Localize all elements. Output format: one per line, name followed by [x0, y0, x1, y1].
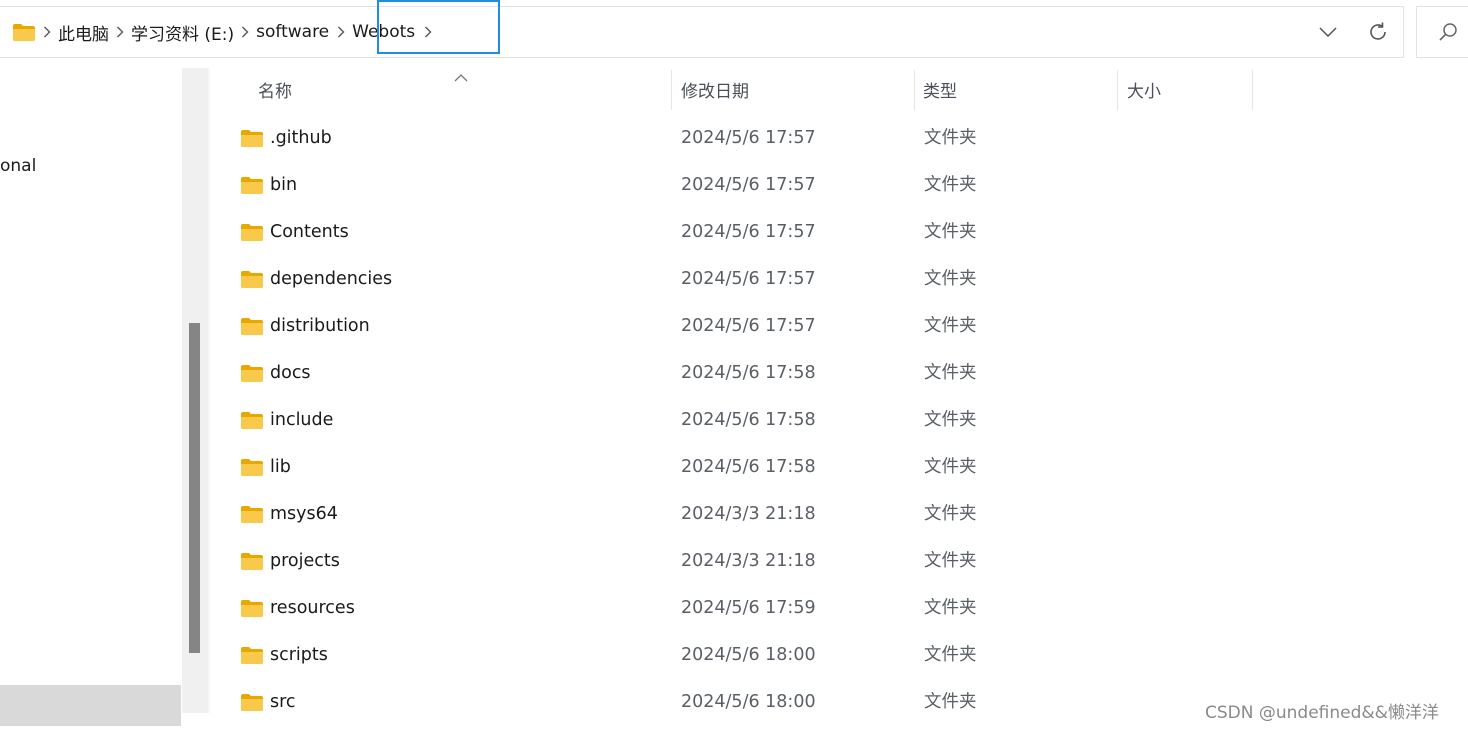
sort-ascending-icon	[454, 67, 468, 86]
file-name[interactable]: lib	[270, 444, 291, 491]
refresh-icon[interactable]	[1363, 17, 1393, 47]
file-modified: 2024/5/6 17:57	[681, 128, 816, 148]
folder-icon	[240, 411, 264, 430]
folder-icon	[240, 599, 264, 618]
table-row[interactable]: projects 2024/3/3 21:18 文件夹	[230, 538, 1290, 585]
column-header-name[interactable]: 名称	[258, 68, 292, 110]
search-icon	[1437, 21, 1459, 47]
file-modified: 2024/5/6 18:00	[681, 645, 816, 665]
column-divider[interactable]	[914, 70, 915, 110]
file-modified: 2024/5/6 17:58	[681, 363, 816, 383]
table-row[interactable]: bin 2024/5/6 17:57 文件夹	[230, 162, 1290, 209]
file-modified: 2024/5/6 17:57	[681, 316, 816, 336]
folder-icon	[240, 552, 264, 571]
folder-icon	[240, 223, 264, 242]
chevron-right-icon[interactable]	[329, 26, 353, 38]
nav-scrollbar-thumb[interactable]	[189, 323, 200, 653]
table-row[interactable]: src 2024/5/6 18:00 文件夹	[230, 679, 1290, 726]
file-type: 文件夹	[924, 128, 977, 148]
pane-divider[interactable]	[208, 68, 210, 713]
chevron-down-icon[interactable]	[1313, 17, 1343, 47]
breadcrumb: 此电脑 学习资料 (E:) software Webots	[0, 7, 441, 57]
file-type: 文件夹	[924, 504, 977, 524]
watermark: CSDN @undefined&&懒洋洋	[1205, 703, 1439, 723]
column-divider[interactable]	[1252, 70, 1253, 110]
file-modified: 2024/5/6 17:57	[681, 269, 816, 289]
column-header-size[interactable]: 大小	[1127, 68, 1161, 110]
file-name[interactable]: include	[270, 397, 333, 444]
folder-icon	[240, 270, 264, 289]
file-type: 文件夹	[924, 269, 977, 289]
column-divider[interactable]	[671, 70, 672, 110]
breadcrumb-item-drive[interactable]: 学习资料 (E:)	[131, 20, 234, 45]
table-row[interactable]: distribution 2024/5/6 17:57 文件夹	[230, 303, 1290, 350]
folder-icon	[240, 129, 264, 148]
file-modified: 2024/5/6 17:58	[681, 457, 816, 477]
file-name[interactable]: Contents	[270, 209, 349, 256]
file-name[interactable]: docs	[270, 350, 311, 397]
folder-icon	[240, 458, 264, 477]
file-type: 文件夹	[924, 410, 977, 430]
file-type: 文件夹	[924, 551, 977, 571]
file-type: 文件夹	[924, 457, 977, 477]
table-row[interactable]: Contents 2024/5/6 17:57 文件夹	[230, 209, 1290, 256]
address-bar[interactable]: 此电脑 学习资料 (E:) software Webots	[0, 6, 1404, 58]
file-modified: 2024/5/6 17:57	[681, 175, 816, 195]
file-type: 文件夹	[924, 222, 977, 242]
file-modified: 2024/3/3 21:18	[681, 504, 816, 524]
folder-icon	[240, 505, 264, 524]
chevron-right-icon[interactable]	[109, 26, 131, 38]
file-type: 文件夹	[924, 175, 977, 195]
file-name[interactable]: msys64	[270, 491, 338, 538]
file-modified: 2024/5/6 18:00	[681, 692, 816, 712]
folder-icon	[240, 364, 264, 383]
file-name[interactable]: scripts	[270, 632, 328, 679]
folder-icon	[240, 317, 264, 336]
breadcrumb-item-this-pc[interactable]: 此电脑	[58, 20, 109, 45]
file-modified: 2024/3/3 21:18	[681, 551, 816, 571]
table-row[interactable]: scripts 2024/5/6 18:00 文件夹	[230, 632, 1290, 679]
table-row[interactable]: lib 2024/5/6 17:58 文件夹	[230, 444, 1290, 491]
file-name[interactable]: src	[270, 679, 296, 726]
chevron-right-icon[interactable]	[36, 26, 58, 38]
file-modified: 2024/5/6 17:58	[681, 410, 816, 430]
nav-item-label[interactable]: onal	[0, 156, 36, 176]
file-type: 文件夹	[924, 645, 977, 665]
file-modified: 2024/5/6 17:57	[681, 222, 816, 242]
table-row[interactable]: .github 2024/5/6 17:57 文件夹	[230, 115, 1290, 162]
breadcrumb-item-software[interactable]: software	[256, 22, 329, 42]
table-row[interactable]: msys64 2024/3/3 21:18 文件夹	[230, 491, 1290, 538]
file-type: 文件夹	[924, 598, 977, 618]
table-row[interactable]: include 2024/5/6 17:58 文件夹	[230, 397, 1290, 444]
file-name[interactable]: distribution	[270, 303, 370, 350]
table-row[interactable]: resources 2024/5/6 17:59 文件夹	[230, 585, 1290, 632]
folder-icon	[12, 23, 36, 42]
file-type: 文件夹	[924, 692, 977, 712]
table-row[interactable]: dependencies 2024/5/6 17:57 文件夹	[230, 256, 1290, 303]
nav-item-selected[interactable]	[0, 685, 181, 726]
breadcrumb-highlight	[377, 0, 500, 54]
file-name[interactable]: projects	[270, 538, 340, 585]
file-type: 文件夹	[924, 316, 977, 336]
file-name[interactable]: bin	[270, 162, 297, 209]
file-name[interactable]: dependencies	[270, 256, 392, 303]
folder-icon	[240, 176, 264, 195]
chevron-right-icon[interactable]	[234, 26, 256, 38]
file-name[interactable]: .github	[270, 115, 332, 162]
table-row[interactable]: docs 2024/5/6 17:58 文件夹	[230, 350, 1290, 397]
folder-icon	[240, 693, 264, 712]
column-divider[interactable]	[1117, 70, 1118, 110]
column-header-modified[interactable]: 修改日期	[681, 68, 749, 110]
file-type: 文件夹	[924, 363, 977, 383]
folder-icon	[240, 646, 264, 665]
file-modified: 2024/5/6 17:59	[681, 598, 816, 618]
navigation-pane: onal	[0, 58, 182, 729]
file-name[interactable]: resources	[270, 585, 355, 632]
column-header-type[interactable]: 类型	[923, 68, 957, 110]
search-input[interactable]	[1416, 6, 1468, 58]
